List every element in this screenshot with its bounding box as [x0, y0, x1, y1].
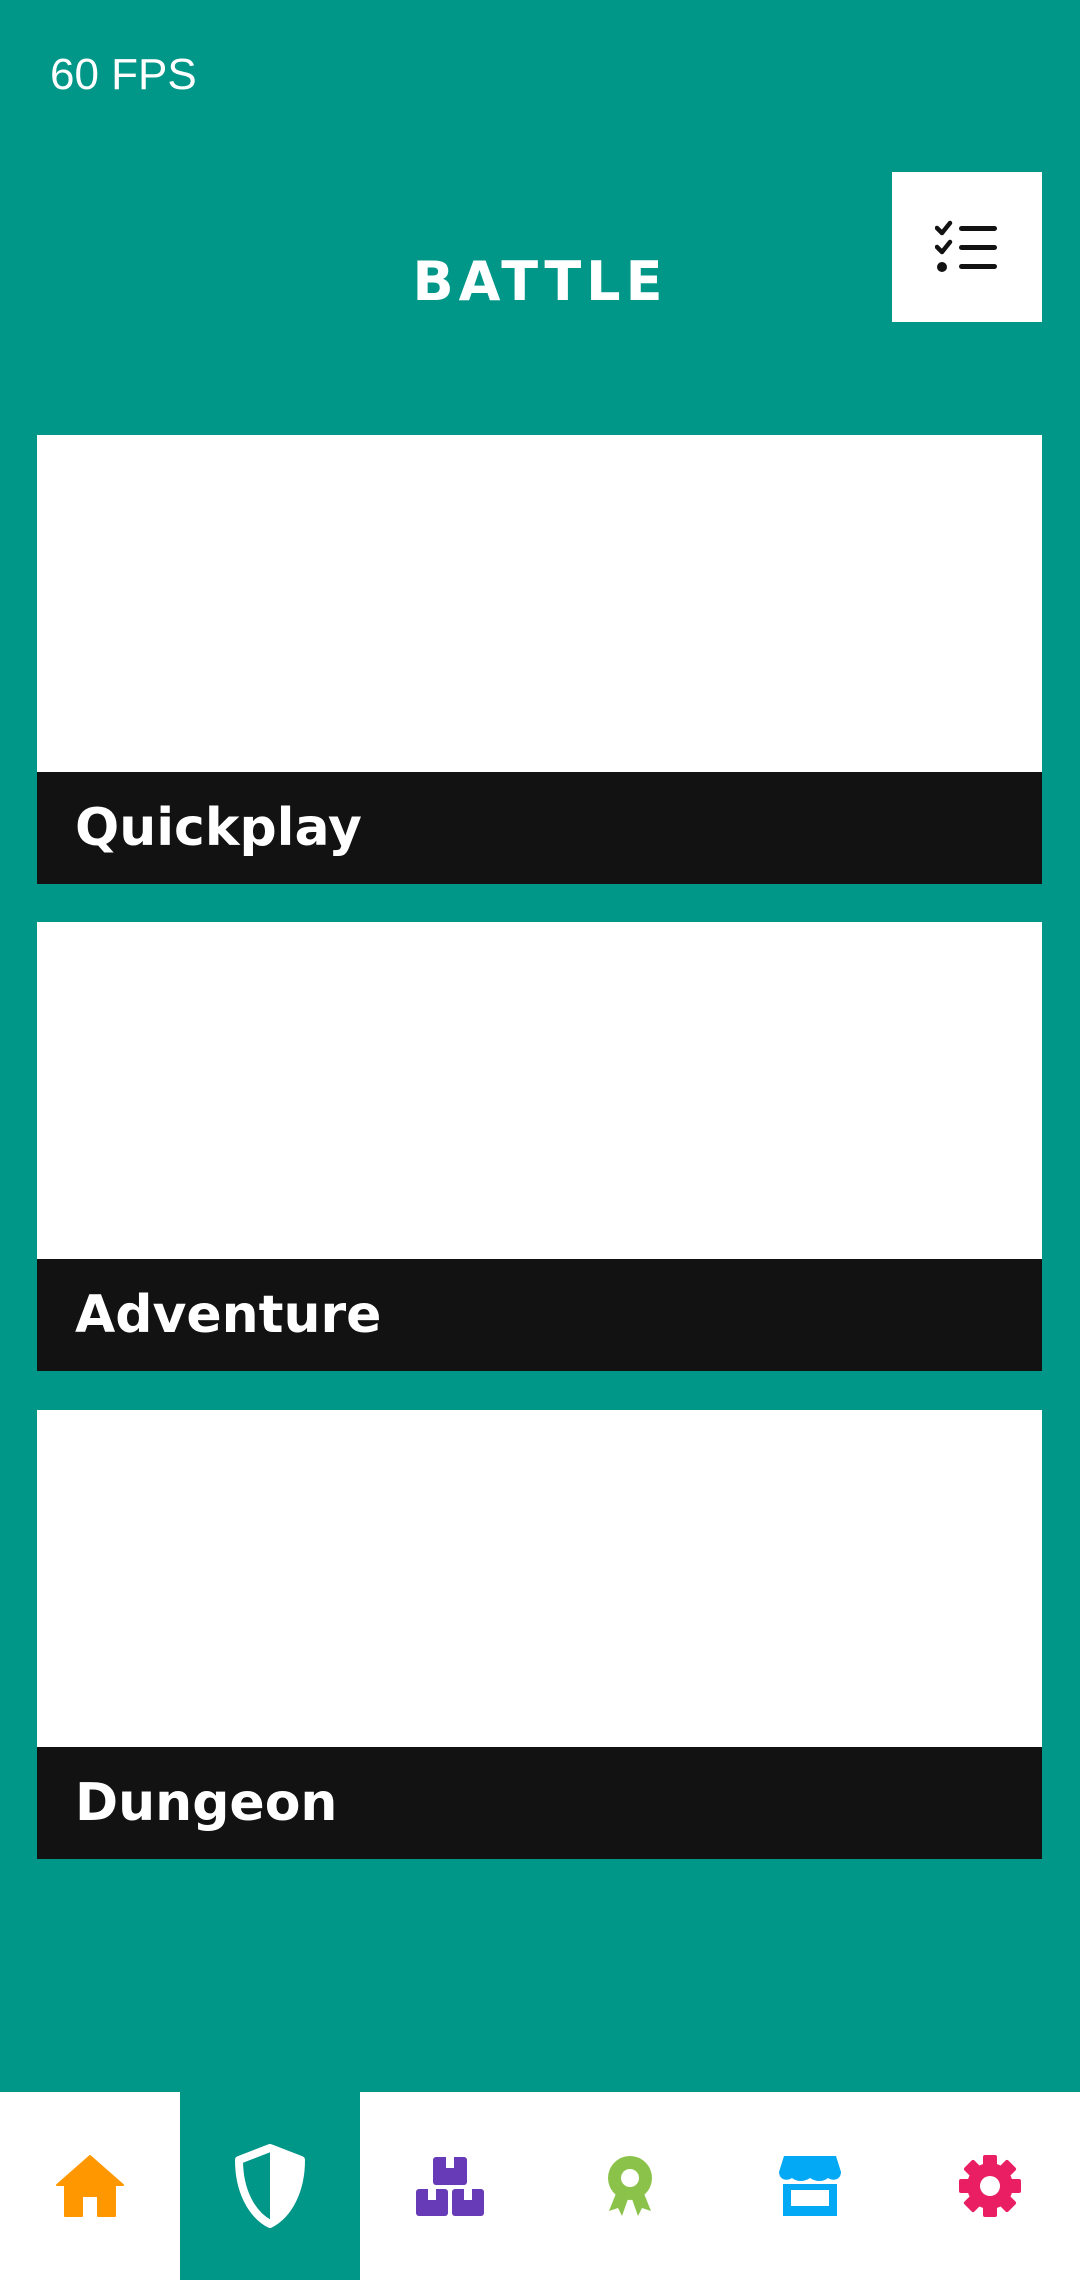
nav-inventory[interactable] — [360, 2092, 540, 2280]
gear-icon — [959, 2155, 1021, 2217]
award-icon — [608, 2156, 652, 2216]
quest-list-button[interactable] — [892, 172, 1042, 322]
nav-shop[interactable] — [720, 2092, 900, 2280]
mode-label: Adventure — [75, 1285, 382, 1345]
fps-counter: 60 FPS — [50, 50, 197, 99]
bottom-nav — [0, 2092, 1080, 2280]
shield-icon — [235, 2144, 305, 2228]
checklist-icon — [935, 220, 997, 272]
boxes-icon — [416, 2157, 484, 2216]
mode-label-bar: Quickplay — [37, 772, 1042, 884]
nav-home[interactable] — [0, 2092, 180, 2280]
home-icon — [56, 2155, 124, 2217]
mode-card-adventure[interactable]: Adventure — [37, 922, 1042, 1371]
mode-label-bar: Dungeon — [37, 1747, 1042, 1859]
mode-card-dungeon[interactable]: Dungeon — [37, 1410, 1042, 1859]
mode-card-quickplay[interactable]: Quickplay — [37, 435, 1042, 884]
nav-achievements[interactable] — [540, 2092, 720, 2280]
mode-label-bar: Adventure — [37, 1259, 1042, 1371]
mode-label: Quickplay — [75, 798, 362, 858]
nav-settings[interactable] — [900, 2092, 1080, 2280]
store-icon — [779, 2156, 841, 2216]
nav-battle[interactable] — [180, 2092, 360, 2280]
mode-label: Dungeon — [75, 1773, 338, 1833]
